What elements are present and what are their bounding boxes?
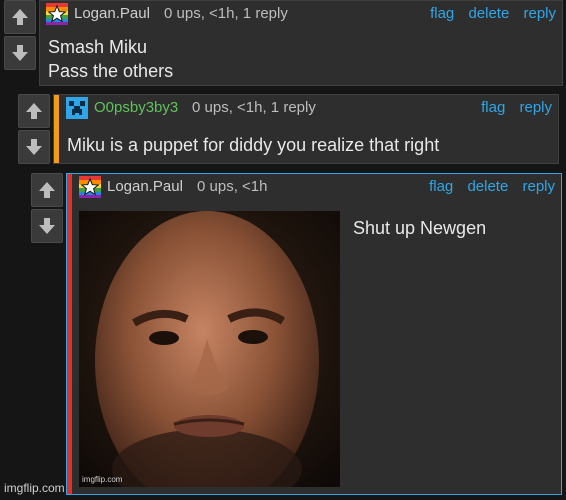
username[interactable]: Logan.Paul [107, 178, 183, 195]
downvote-icon [26, 139, 42, 155]
username[interactable]: Logan.Paul [74, 5, 150, 22]
comment-body: Miku is a puppet for diddy you realize t… [67, 133, 439, 157]
reply-depth-bar [67, 174, 72, 494]
flag-link[interactable]: flag [481, 99, 505, 116]
man-portrait-image [79, 211, 340, 487]
vote-column [18, 94, 50, 166]
downvote-icon [12, 45, 28, 61]
upvote-icon [26, 103, 42, 119]
reply-link[interactable]: reply [519, 99, 552, 116]
reply-link[interactable]: reply [523, 5, 556, 22]
flag-link[interactable]: flag [429, 178, 453, 195]
vote-column [31, 173, 63, 245]
comment-header: Logan.Paul 0 ups, <1h, 1 reply flag dele… [40, 1, 562, 27]
delete-link[interactable]: delete [468, 5, 509, 22]
upvote-button[interactable] [31, 173, 63, 207]
downvote-button[interactable] [4, 36, 36, 70]
downvote-button[interactable] [18, 130, 50, 164]
downvote-icon [39, 218, 55, 234]
creeper-avatar-icon[interactable] [66, 97, 88, 119]
comment-body: Shut up Newgen [353, 216, 486, 240]
username[interactable]: O0psby3by3 [94, 99, 178, 116]
comment-meta: 0 ups, <1h, 1 reply [164, 5, 288, 22]
comment-box: Logan.Paul 0 ups, <1h flag delete reply [66, 173, 562, 495]
comment-meta: 0 ups, <1h, 1 reply [192, 99, 316, 116]
comment-body: Smash Miku Pass the others [48, 35, 173, 83]
rainbow-star-avatar-icon[interactable] [46, 3, 68, 25]
comment-image[interactable]: imgflip.com [79, 211, 340, 487]
comment-actions: flag delete reply [419, 178, 555, 195]
flag-link[interactable]: flag [430, 5, 454, 22]
upvote-button[interactable] [18, 94, 50, 128]
vote-column [4, 0, 36, 72]
comment-box: O0psby3by3 0 ups, <1h, 1 reply flag repl… [53, 94, 559, 164]
comment-line: Shut up Newgen [353, 218, 487, 238]
comment-line: Pass the others [48, 61, 174, 81]
comment-line: Smash Miku [48, 37, 148, 57]
upvote-icon [12, 9, 28, 25]
reply-link[interactable]: reply [522, 178, 555, 195]
comment-header: O0psby3by3 0 ups, <1h, 1 reply flag repl… [54, 95, 558, 121]
comment-header: Logan.Paul 0 ups, <1h flag delete reply [67, 174, 561, 200]
upvote-button[interactable] [4, 0, 36, 34]
site-watermark: imgflip.com [4, 481, 65, 495]
upvote-icon [39, 182, 55, 198]
comment-actions: flag delete reply [420, 5, 556, 22]
rainbow-star-avatar-icon[interactable] [79, 176, 101, 198]
comment-actions: flag reply [471, 99, 552, 116]
comment-box: Logan.Paul 0 ups, <1h, 1 reply flag dele… [39, 0, 563, 86]
comment-line: Miku is a puppet for diddy you realize t… [67, 135, 440, 155]
image-watermark: imgflip.com [82, 475, 123, 484]
downvote-button[interactable] [31, 209, 63, 243]
delete-link[interactable]: delete [467, 178, 508, 195]
comment-meta: 0 ups, <1h [197, 178, 268, 195]
